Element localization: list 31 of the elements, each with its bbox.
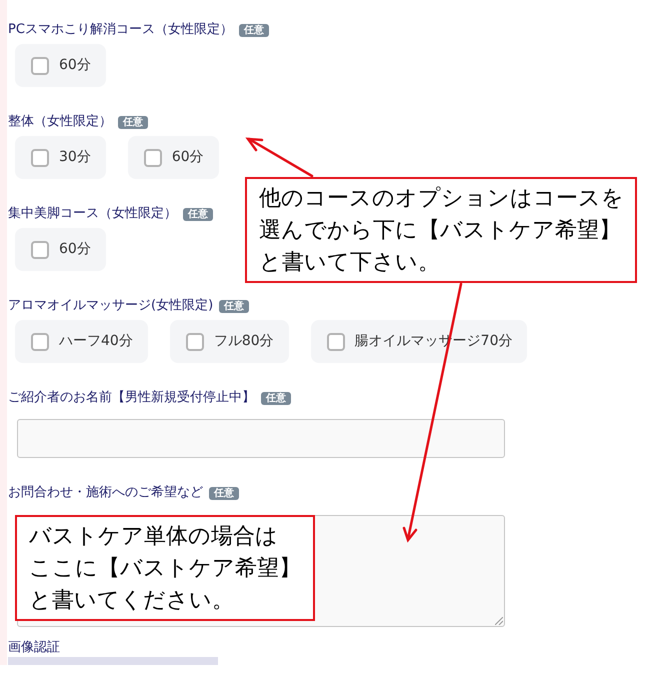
optional-badge: 任意 [118, 116, 148, 128]
optional-badge: 任意 [238, 24, 269, 36]
optional-badge: 任意 [219, 300, 250, 312]
annotation-arrow [245, 138, 314, 178]
field-label: アロマオイルマッサージ(女性限定) [8, 298, 214, 314]
field-label: 集中美脚コース（女性限定） [8, 206, 177, 222]
checkbox-option[interactable]: 60分 [128, 136, 219, 179]
optional-badge: 任意 [183, 208, 213, 220]
checkbox-option[interactable]: 60分 [15, 44, 106, 87]
checkbox[interactable] [326, 332, 345, 350]
input-field[interactable] [17, 419, 505, 458]
callout-tooltip: バストケア単体の場合はここに【バストケア希望】と書いてください。 [15, 515, 315, 621]
callout-tooltip: 他のコースのオプションはコースを選んでから下に【バストケア希望】と書いて下さい。 [245, 177, 637, 283]
field-label: ご紹介者のお名前【男性新規受付停止中】 [8, 390, 255, 406]
checkbox[interactable] [186, 332, 204, 350]
checkbox[interactable] [31, 148, 49, 166]
field-label: 画像認証 [8, 640, 60, 656]
optional-badge: 任意 [209, 486, 239, 500]
checkbox-option[interactable]: 30分 [15, 136, 106, 179]
checkbox-option[interactable]: ハーフ40分 [15, 320, 148, 363]
field-label: PCスマホこり解消コース（女性限定） [8, 22, 233, 38]
checkbox[interactable] [31, 56, 49, 74]
checkbox[interactable] [31, 240, 49, 258]
resize-grip-icon[interactable] [495, 617, 503, 625]
field-label: 整体（女性限定） [8, 114, 112, 130]
checkbox[interactable] [144, 148, 162, 166]
checkbox-option[interactable]: 60分 [15, 228, 106, 271]
field-label: お問合わせ・施術へのご希望など [8, 485, 203, 501]
optional-badge: 任意 [261, 392, 291, 404]
checkbox-option[interactable]: フル80分 [170, 320, 289, 363]
checkbox[interactable] [31, 332, 49, 350]
